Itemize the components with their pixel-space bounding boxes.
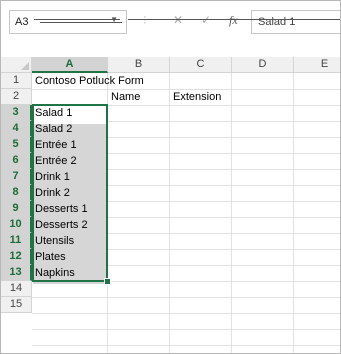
- more-dots-icon: ⁝: [143, 13, 147, 27]
- name-box[interactable]: A3 ▼: [9, 10, 127, 34]
- row-header[interactable]: 5: [1, 137, 32, 153]
- column-header-d[interactable]: D: [232, 57, 294, 73]
- spreadsheet-window: A3 ▼ ⁝ ✕ ✓ fx Salad 1 A B C D E: [0, 0, 341, 354]
- row-header[interactable]: 4: [1, 121, 32, 137]
- row-header[interactable]: 3: [1, 105, 32, 121]
- row-header[interactable]: 13: [1, 265, 32, 281]
- name-box-strike-line: [34, 19, 120, 20]
- column-header-a[interactable]: A: [32, 57, 108, 73]
- fill-handle[interactable]: [104, 278, 111, 285]
- selection-border: [32, 104, 108, 282]
- gridline: [293, 73, 294, 353]
- column-header-c[interactable]: C: [170, 57, 232, 73]
- gridline: [169, 73, 170, 353]
- formula-value: Salad 1: [258, 16, 296, 28]
- fx-icon[interactable]: fx: [229, 13, 238, 28]
- row-header[interactable]: 2: [1, 89, 32, 105]
- gridline: [32, 329, 340, 330]
- row-header[interactable]: 11: [1, 233, 32, 249]
- enter-icon[interactable]: ✓: [201, 13, 211, 27]
- row-header[interactable]: 14: [1, 281, 32, 297]
- gridline: [32, 313, 340, 314]
- row-header[interactable]: 12: [1, 249, 32, 265]
- worksheet-grid: A B C D E 1 2 3 4 5 6 7 8 9 10 11 12 13 …: [1, 47, 340, 353]
- formula-bar: A3 ▼ ⁝ ✕ ✓ fx Salad 1: [1, 1, 340, 43]
- row-header[interactable]: 8: [1, 185, 32, 201]
- row-header[interactable]: 6: [1, 153, 32, 169]
- row-header[interactable]: 1: [1, 73, 32, 89]
- row-header[interactable]: 7: [1, 169, 32, 185]
- row-header[interactable]: 10: [1, 217, 32, 233]
- column-header-b[interactable]: B: [108, 57, 170, 73]
- formula-strike-line: [128, 19, 340, 20]
- select-all-icon: [21, 62, 29, 70]
- row-header[interactable]: 9: [1, 201, 32, 217]
- row-header[interactable]: 15: [1, 297, 32, 313]
- formula-input[interactable]: Salad 1: [251, 10, 340, 34]
- cancel-icon[interactable]: ✕: [173, 13, 183, 27]
- gridline: [32, 297, 340, 298]
- cell-c2[interactable]: Extension: [170, 89, 221, 105]
- gridline: [32, 345, 340, 346]
- column-header-e[interactable]: E: [294, 57, 340, 73]
- name-box-value: A3: [15, 16, 29, 28]
- cell-b2[interactable]: Name: [108, 89, 140, 105]
- select-all-button[interactable]: [1, 57, 32, 73]
- cell-a1[interactable]: Contoso Potluck Form: [32, 73, 144, 89]
- gridline: [231, 73, 232, 353]
